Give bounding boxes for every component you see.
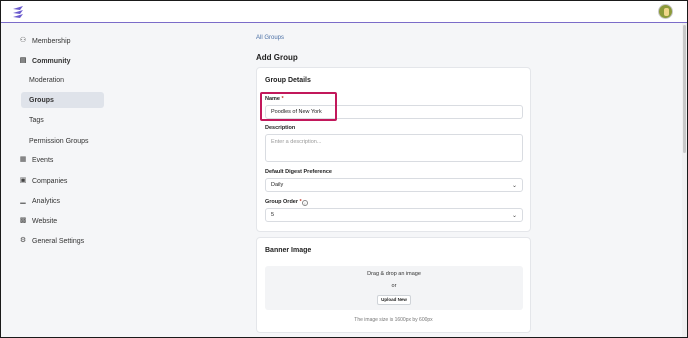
sidebar-item-label: General Settings	[32, 237, 85, 245]
browser-icon: ▩	[19, 217, 27, 224]
image-size-note: The image size is 1600px by 600px	[354, 317, 433, 323]
sidebar-item-general-settings[interactable]: ⚙ General Settings	[19, 233, 84, 249]
sidebar-item-label: Permission Groups	[29, 137, 89, 145]
scrollbar-thumb[interactable]	[683, 25, 686, 153]
sidebar-item-groups[interactable]: Groups	[21, 92, 104, 108]
sidebar-item-label: Tags	[29, 116, 44, 124]
digest-select-value: Daily	[271, 182, 284, 188]
order-label: Group Order *	[265, 199, 302, 205]
sidebar-item-label: Moderation	[29, 76, 65, 84]
description-textarea[interactable]: Enter a description...	[265, 134, 523, 162]
card-title: Group Details	[265, 77, 311, 84]
sidebar-item-label: Analytics	[32, 197, 61, 205]
user-avatar[interactable]	[658, 4, 673, 19]
page-title: Add Group	[256, 53, 298, 62]
dropzone-or: or	[391, 283, 397, 289]
upload-new-button[interactable]: Upload New	[377, 295, 411, 305]
image-dropzone[interactable]: Drag & drop an image or Upload New	[265, 266, 523, 310]
sidebar-item-community[interactable]: ▤ Community	[19, 53, 71, 69]
users-icon: ⚇	[19, 37, 27, 44]
order-label-text: Group Order	[265, 199, 299, 205]
chevron-down-icon: ⌄	[511, 212, 517, 219]
name-field-highlight	[260, 92, 337, 121]
sidebar-item-label: Website	[32, 217, 58, 225]
sidebar-item-label: Events	[32, 156, 54, 164]
description-placeholder: Enter a description...	[271, 139, 322, 145]
sidebar-item-permission-groups[interactable]: Permission Groups	[21, 133, 121, 149]
sidebar-item-label: Community	[32, 57, 71, 65]
chevron-down-icon: ⌄	[511, 182, 517, 189]
sidebar-item-moderation[interactable]: Moderation	[21, 72, 104, 88]
chart-icon: ▁	[20, 197, 26, 204]
gear-icon: ⚙	[19, 237, 27, 244]
description-label: Description	[265, 125, 296, 131]
calendar-icon: ▦	[19, 156, 27, 163]
sidebar-item-label: Groups	[29, 96, 54, 104]
dropzone-text: Drag & drop an image	[367, 271, 421, 277]
sidebar-item-label: Membership	[32, 37, 71, 45]
sidebar-item-analytics[interactable]: ▁ Analytics	[19, 193, 60, 209]
sidebar-item-website[interactable]: ▩ Website	[19, 213, 57, 229]
sidebar-item-tags[interactable]: Tags	[21, 112, 104, 128]
info-icon[interactable]: i	[302, 200, 308, 206]
sidebar-item-label: Companies	[32, 177, 68, 185]
top-bar	[1, 1, 687, 23]
digest-label: Default Digest Preference	[265, 169, 332, 175]
digest-select[interactable]: Daily ⌄	[265, 178, 523, 192]
briefcase-icon: ▣	[19, 177, 27, 184]
breadcrumb-all-groups[interactable]: All Groups	[256, 35, 284, 41]
sidebar: ⚇ Membership ▤ Community Moderation Grou…	[1, 24, 241, 337]
card-title: Banner Image	[265, 247, 312, 254]
app-window: ⚇ Membership ▤ Community Moderation Grou…	[0, 0, 688, 338]
bolt-logo-icon[interactable]	[11, 5, 25, 19]
book-icon: ▤	[19, 57, 27, 64]
banner-image-card: Banner Image Drag & drop an image or Upl…	[256, 237, 531, 333]
sidebar-item-companies[interactable]: ▣ Companies	[19, 173, 68, 189]
sidebar-item-membership[interactable]: ⚇ Membership	[19, 33, 71, 49]
sidebar-item-events[interactable]: ▦ Events	[19, 152, 54, 168]
order-select[interactable]: 5 ⌄	[265, 208, 523, 222]
order-select-value: 5	[271, 212, 275, 218]
